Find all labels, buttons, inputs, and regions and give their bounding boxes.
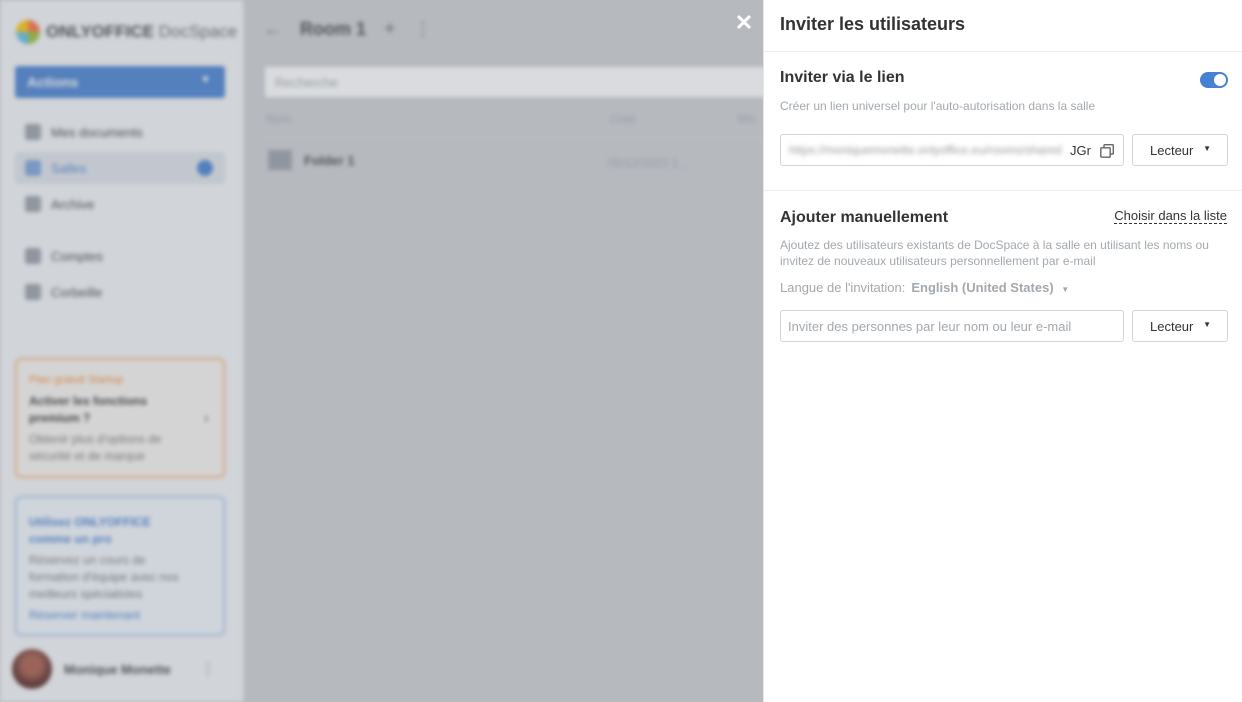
invitation-language-label: Langue de l'invitation: [780, 280, 906, 295]
invite-panel: Inviter les utilisateurs Inviter via le … [763, 0, 1242, 702]
choose-from-list-link[interactable]: Choisir dans la liste [1114, 209, 1227, 224]
invite-link-field[interactable]: https://moniquemonette.onlyoffice.eu/roo… [780, 134, 1124, 166]
invite-link-description: Créer un lien universel pour l'auto-auto… [780, 99, 1096, 113]
invite-link-url-end: JGr [1068, 143, 1091, 158]
invite-link-toggle[interactable] [1200, 72, 1228, 88]
invite-link-title: Inviter via le lien [780, 69, 905, 86]
panel-title: Inviter les utilisateurs [780, 14, 966, 34]
manual-add-description: Ajoutez des utilisateurs existants de Do… [780, 238, 1209, 268]
invitation-language-select[interactable]: English (United States) ▼ [911, 280, 1069, 295]
invite-link-url: https://moniquemonette.onlyoffice.eu/roo… [789, 143, 1062, 157]
link-role-select[interactable]: Lecteur ▼ [1132, 134, 1228, 166]
chevron-down-icon: ▼ [1203, 144, 1211, 153]
invitation-language-value: English (United States) [911, 280, 1054, 295]
invite-link-section: Inviter via le lien Créer un lien univer… [764, 52, 1242, 191]
copy-icon[interactable] [1100, 144, 1114, 158]
chevron-down-icon: ▼ [1061, 285, 1070, 294]
close-icon[interactable]: ✕ [734, 12, 754, 34]
panel-header: Inviter les utilisateurs [764, 0, 1242, 52]
modal-backdrop[interactable] [0, 0, 763, 702]
manual-role-label: Lecteur [1150, 319, 1194, 334]
link-role-label: Lecteur [1150, 143, 1194, 158]
invite-people-input[interactable] [780, 310, 1124, 342]
chevron-down-icon: ▼ [1203, 320, 1211, 329]
manual-role-select[interactable]: Lecteur ▼ [1132, 310, 1228, 342]
invitation-language-row: Langue de l'invitation: English (United … [780, 280, 1069, 295]
manual-add-title: Ajouter manuellement [780, 209, 949, 226]
